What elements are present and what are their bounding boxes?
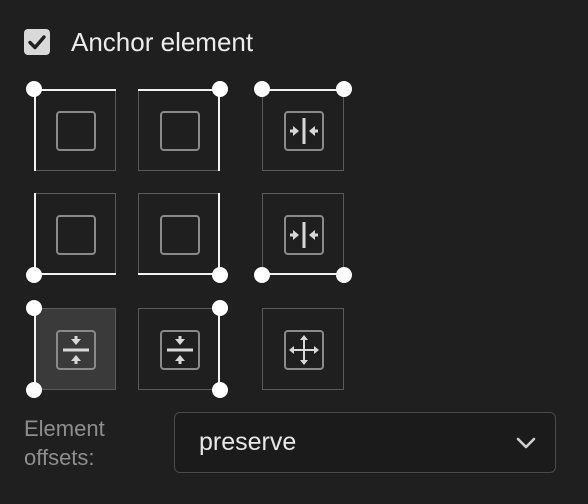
element-offsets-label: Element offsets:	[24, 416, 105, 470]
anchor-edge-right	[218, 89, 220, 171]
square-icon	[56, 111, 96, 151]
anchor-handle-dot	[26, 382, 42, 398]
chevron-down-icon	[515, 436, 537, 450]
anchor-edge-left	[34, 308, 36, 390]
anchor-stretch-both[interactable]	[262, 308, 344, 390]
anchor-right-stretch[interactable]	[138, 300, 228, 398]
anchor-grid	[0, 0, 588, 400]
anchor-edge-bottom	[138, 273, 220, 275]
stretch-horizontal-icon	[284, 215, 324, 255]
anchor-left-stretch[interactable]	[26, 300, 116, 398]
anchor-edge-bottom	[262, 273, 344, 275]
square-icon	[56, 215, 96, 255]
anchor-handle-dot	[212, 300, 228, 316]
anchor-handle-dot	[212, 81, 228, 97]
anchor-edge-bottom	[34, 273, 116, 275]
anchor-handle-dot	[212, 267, 228, 283]
anchor-handle-dot	[254, 81, 270, 97]
anchor-handle-dot	[26, 267, 42, 283]
square-icon	[160, 215, 200, 255]
anchor-edge-left	[34, 193, 36, 275]
anchor-top-stretch[interactable]	[254, 81, 352, 171]
anchor-edge-right	[218, 193, 220, 275]
anchor-edge-top	[34, 89, 116, 91]
anchor-edge-right	[218, 308, 220, 390]
anchor-handle-dot	[254, 267, 270, 283]
anchor-bottom-left[interactable]	[26, 193, 116, 283]
element-offsets-value: preserve	[199, 428, 297, 456]
anchor-handle-dot	[336, 267, 352, 283]
element-offsets-select[interactable]: preserve	[174, 412, 556, 473]
anchor-edge-top	[138, 89, 220, 91]
square-icon	[160, 111, 200, 151]
anchor-top-right[interactable]	[138, 81, 228, 171]
stretch-both-icon	[284, 330, 324, 370]
anchor-handle-dot	[212, 382, 228, 398]
anchor-edge-top	[262, 89, 344, 91]
stretch-horizontal-icon	[284, 111, 324, 151]
anchor-handle-dot	[26, 300, 42, 316]
anchor-edge-left	[34, 89, 36, 171]
stretch-vertical-icon	[56, 330, 96, 370]
anchor-handle-dot	[336, 81, 352, 97]
stretch-vertical-icon	[160, 330, 200, 370]
anchor-bottom-stretch[interactable]	[254, 193, 352, 283]
anchor-bottom-right[interactable]	[138, 193, 228, 283]
anchor-top-left[interactable]	[26, 81, 116, 171]
anchor-handle-dot	[26, 81, 42, 97]
